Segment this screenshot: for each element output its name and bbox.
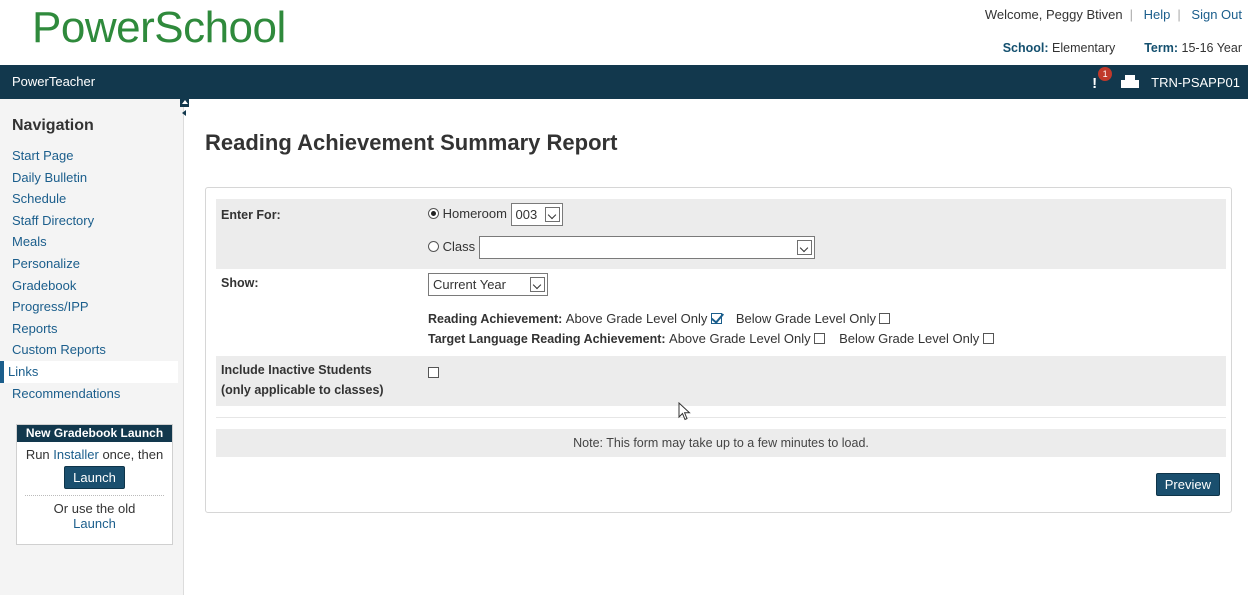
term-label: Term: [1144,41,1179,55]
nav-item-label[interactable]: Reports [12,321,58,336]
user-links: Welcome, Peggy Btiven | Help | Sign Out [984,7,1242,22]
reading-below-label: Below Grade Level Only [735,311,876,326]
top-navigation-bar: PowerTeacher ! 1 TRN-PSAPP01 [0,65,1248,99]
include-inactive-label-line1: Include Inactive Students [221,363,372,377]
term-value[interactable]: 15-16 Year [1182,41,1242,55]
nav-item-meals[interactable]: Meals [0,231,178,253]
reading-achievement-options: Reading Achievement: Above Grade Level O… [428,311,891,326]
target-language-options: Target Language Reading Achievement: Abo… [428,331,994,346]
load-note: Note: This form may take up to a few min… [573,436,869,450]
chevron-down-icon [530,277,545,292]
school-value[interactable]: Elementary [1052,41,1115,55]
nav-item-staff-directory[interactable]: Staff Directory [0,210,178,232]
once-then-text: once, then [102,447,164,462]
nav-item-label[interactable]: Start Page [12,148,73,163]
reading-above-checkbox[interactable] [710,313,722,324]
enter-for-row: Enter For: Homeroom 003 Class [216,199,1226,269]
target-above-checkbox[interactable] [814,333,826,344]
navigation-title: Navigation [12,117,94,134]
include-inactive-checkbox[interactable] [428,367,439,378]
nav-item-daily-bulletin[interactable]: Daily Bulletin [0,167,178,189]
report-form-panel: Enter For: Homeroom 003 Class Show: Curr… [205,187,1232,513]
target-above-label: Above Grade Level Only [669,331,811,346]
nav-item-progress-ipp[interactable]: Progress/IPP [0,296,178,318]
welcome-text: Welcome, Peggy Btiven [984,7,1123,22]
nav-item-label[interactable]: Staff Directory [12,213,94,228]
page-title: Reading Achievement Summary Report [205,130,618,155]
school-label: School: [1002,41,1049,55]
homeroom-radio[interactable] [428,207,439,219]
server-name: TRN-PSAPP01 [1151,74,1240,90]
old-launch-link[interactable]: Launch [73,516,116,531]
collapse-up-icon[interactable] [180,98,189,107]
chevron-down-icon [796,240,812,255]
new-gradebook-launch-box: New Gradebook Launch Run Installer once,… [16,424,173,545]
collapse-left-icon[interactable] [182,110,186,116]
nav-item-label[interactable]: Recommendations [12,386,120,401]
nav-item-label[interactable]: Links [8,364,38,379]
divider [216,417,1226,418]
target-below-label: Below Grade Level Only [839,331,980,346]
include-inactive-row: Include Inactive Students (only applicab… [216,356,1226,406]
reading-above-label: Above Grade Level Only [565,311,708,326]
reading-below-checkbox[interactable] [879,313,891,324]
nav-item-gradebook[interactable]: Gradebook [0,275,178,297]
collapse-sidebar-toggle[interactable] [180,98,190,122]
include-inactive-label-line2: (only applicable to classes) [221,383,384,397]
show-select-value: Current Year [433,277,506,292]
alert-count-badge: 1 [1098,67,1113,81]
nav-item-start-page[interactable]: Start Page [0,145,178,167]
nav-item-custom-reports[interactable]: Custom Reports [0,339,178,361]
run-text: Run [25,447,50,462]
nav-item-label[interactable]: Custom Reports [12,342,106,357]
installer-link[interactable]: Installer [53,447,99,462]
nav-item-label[interactable]: Personalize [12,256,80,271]
nav-item-label[interactable]: Gradebook [12,278,76,293]
app-name: PowerTeacher [12,74,96,89]
school-term-info: School: Elementary Term: 15-16 Year [1003,41,1242,55]
launch-button[interactable]: Launch [64,466,125,489]
gradebook-box-title: New Gradebook Launch [17,425,172,442]
nav-item-schedule[interactable]: Schedule [0,188,178,210]
alert-icon[interactable]: ! 1 [1091,67,1113,92]
show-row: Show: Current Year Reading Achievement: … [216,269,1226,356]
printer-icon[interactable] [1121,75,1140,90]
class-select[interactable] [478,236,815,259]
sidebar: Navigation Start Page Daily Bulletin Sch… [0,99,184,595]
nav-item-recommendations[interactable]: Recommendations [0,383,178,405]
reading-achievement-label: Reading Achievement: [428,312,563,326]
nav-item-label[interactable]: Schedule [12,191,66,206]
nav-item-links[interactable]: Links [0,360,178,383]
preview-button[interactable]: Preview [1155,473,1220,496]
nav-item-reports[interactable]: Reports [0,318,178,340]
nav-item-label[interactable]: Progress/IPP [12,299,89,314]
include-inactive-label: Include Inactive Students (only applicab… [221,360,384,400]
class-label: Class [442,238,476,254]
navigation-list: Start Page Daily Bulletin Schedule Staff… [0,145,178,404]
nav-item-personalize[interactable]: Personalize [0,253,178,275]
class-radio[interactable] [428,240,439,252]
nav-item-label[interactable]: Meals [12,234,47,249]
enter-for-label: Enter For: [221,208,281,222]
nav-item-label[interactable]: Daily Bulletin [12,170,87,185]
homeroom-select-value: 003 [515,207,538,222]
mouse-cursor-icon [678,402,691,421]
target-language-label: Target Language Reading Achievement: [428,332,666,346]
chevron-down-icon [544,207,560,222]
powerschool-logo: PowerSchool [32,3,286,52]
show-label: Show: [221,276,259,290]
sign-out-link[interactable]: Sign Out [1191,7,1242,22]
homeroom-select[interactable]: 003 [510,203,563,226]
note-row: Note: This form may take up to a few min… [216,429,1226,457]
or-use-old-text: Or use the old [53,501,136,516]
target-below-checkbox[interactable] [982,333,994,344]
homeroom-label: Homeroom [442,205,507,221]
help-link[interactable]: Help [1144,7,1171,22]
show-select[interactable]: Current Year [428,273,548,296]
